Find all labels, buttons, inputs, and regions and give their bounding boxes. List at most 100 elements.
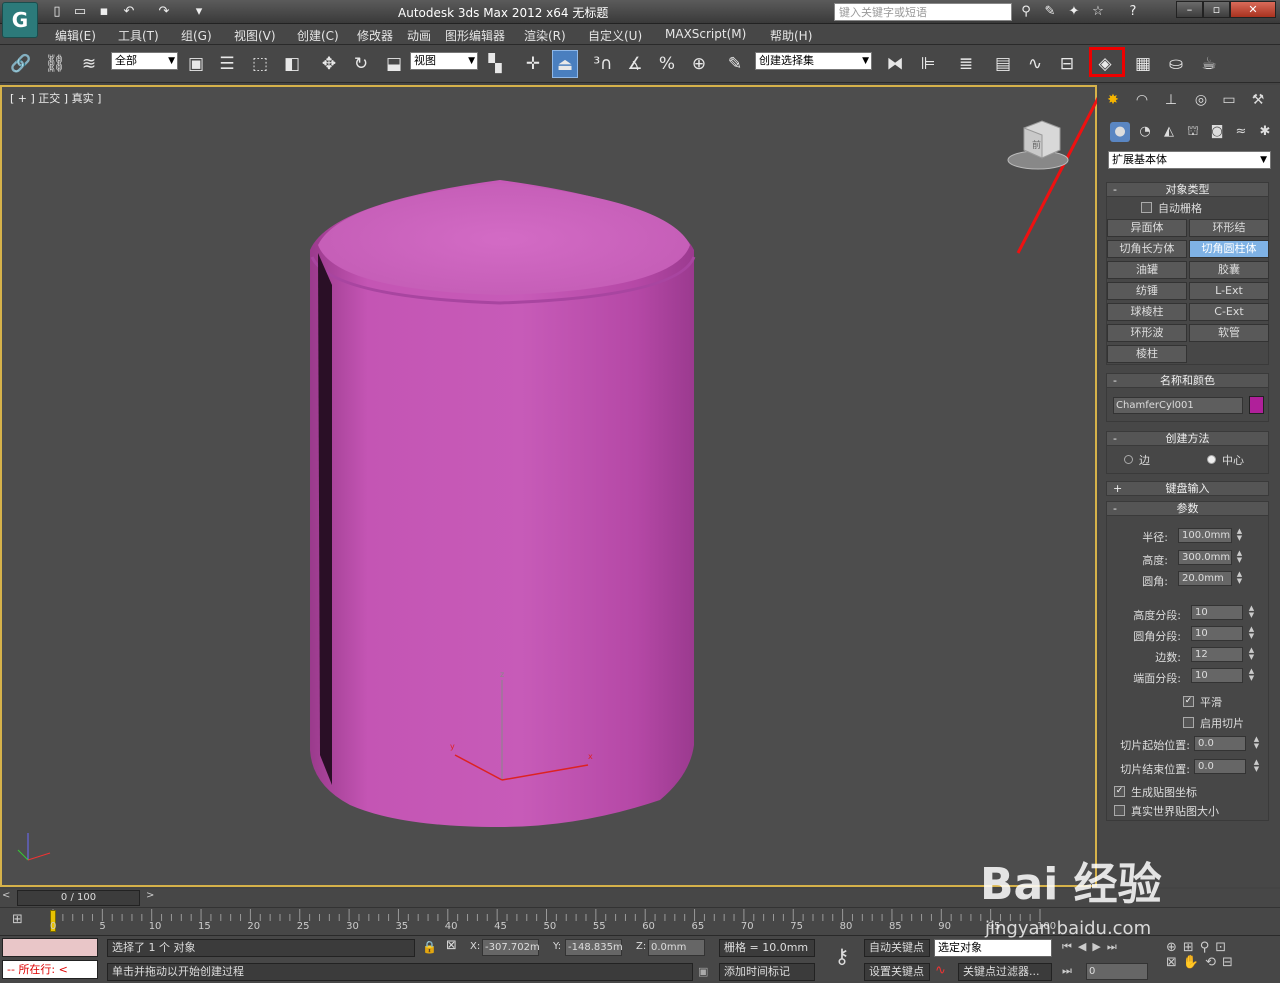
viewport-nav-controls[interactable]: ⊕⊞⚲⊡ ⊠✋⟲⊟ [1166, 940, 1276, 980]
systems-icon[interactable]: ✱ [1255, 122, 1275, 142]
creation-method-rollout-header[interactable]: - 创建方法 [1106, 431, 1269, 446]
edit-named-selections-icon[interactable]: ✎ [722, 50, 748, 78]
height-segs-spinner[interactable]: ▲ ▼ [1247, 605, 1256, 620]
reference-coord-dropdown[interactable]: 视图 ▼ [410, 52, 478, 70]
torus-knot-button[interactable]: 环形结 [1189, 219, 1269, 237]
radius-input[interactable]: 100.0mm [1178, 528, 1232, 543]
named-selection-dropdown[interactable]: 创建选择集 ▼ [755, 52, 872, 70]
gengon-button[interactable]: 球棱柱 [1107, 303, 1187, 321]
rect-selection-icon[interactable]: ⬚ [247, 50, 273, 78]
key-curve-icon[interactable]: ∿ [935, 963, 955, 981]
set-key-button[interactable]: 设置关键点 [864, 963, 930, 981]
menu-create[interactable]: 创建(C) [297, 27, 339, 44]
open-file-icon[interactable]: ▭ [71, 3, 89, 21]
save-icon[interactable]: ▪ [95, 3, 113, 21]
display-tab-icon[interactable]: ▭ [1218, 89, 1240, 111]
chamfer-box-button[interactable]: 切角长方体 [1107, 240, 1187, 258]
maximize-button[interactable]: ▫ [1203, 1, 1230, 18]
z-coord-field[interactable]: 0.0mm [648, 939, 705, 956]
maxscript-listener-box[interactable] [2, 938, 98, 957]
fillet-segs-spinner[interactable]: ▲ ▼ [1247, 626, 1256, 641]
hierarchy-tab-icon[interactable]: ⊥ [1160, 89, 1182, 111]
move-icon[interactable]: ✥ [316, 50, 342, 78]
time-prev-icon[interactable]: < [2, 890, 10, 901]
name-color-rollout-header[interactable]: - 名称和颜色 [1106, 373, 1269, 388]
binoculars-icon[interactable]: ⚲ [1017, 3, 1035, 21]
absolute-mode-icon[interactable]: ⊠ [446, 938, 464, 956]
geometry-icon[interactable]: ● [1110, 122, 1130, 142]
unlink-icon[interactable]: ⛓ [42, 50, 68, 78]
spacewarps-icon[interactable]: ≈ [1231, 122, 1251, 142]
create-tab-icon[interactable]: ✸ [1102, 89, 1124, 111]
menu-modifiers[interactable]: 修改器 [357, 27, 393, 44]
parameters-rollout-header[interactable]: - 参数 [1106, 501, 1269, 516]
snaps-toggle-icon[interactable]: ³∩ [590, 50, 616, 78]
chamfer-cyl-button[interactable]: 切角圆柱体 [1189, 240, 1269, 258]
fillet-spinner[interactable]: ▲ ▼ [1235, 571, 1244, 586]
search-input[interactable]: 键入关键字或短语 [834, 3, 1012, 21]
cap-segs-spinner[interactable]: ▲ ▼ [1247, 668, 1256, 683]
ringwave-button[interactable]: 环形波 [1107, 324, 1187, 342]
selection-lock-icon[interactable]: 🔒 [422, 940, 437, 954]
align-icon[interactable]: ⊫ [915, 50, 941, 78]
menu-views[interactable]: 视图(V) [234, 27, 276, 44]
link-icon[interactable]: 🔗 [8, 50, 34, 78]
l-ext-button[interactable]: L-Ext [1189, 282, 1269, 300]
object-color-swatch[interactable] [1249, 396, 1264, 414]
menu-help[interactable]: 帮助(H) [770, 27, 812, 44]
angle-snap-icon[interactable]: ∡ [622, 50, 648, 78]
center-radio[interactable] [1207, 455, 1216, 464]
helpers-icon[interactable]: ◙ [1207, 122, 1227, 142]
menu-maxscript[interactable]: MAXScript(M) [665, 27, 746, 41]
percent-snap-icon[interactable]: % [654, 50, 680, 78]
prism-button[interactable]: 棱柱 [1107, 345, 1187, 363]
location-field[interactable]: -- 所在行: < [2, 960, 98, 979]
curve-editor-mini-icon[interactable]: ⊞ [12, 912, 32, 930]
lights-icon[interactable]: ◭ [1159, 122, 1179, 142]
object-name-input[interactable]: ChamferCyl001 [1113, 397, 1243, 414]
set-key-big-icon[interactable]: ⚷ [826, 944, 858, 974]
key-filters-button[interactable]: 关键点过滤器... [958, 963, 1052, 981]
gen-map-coords-checkbox[interactable]: ✓ [1114, 786, 1125, 797]
menu-rendering[interactable]: 渲染(R) [524, 27, 566, 44]
scale-icon[interactable]: ⬓ [381, 50, 407, 78]
current-frame-field[interactable]: 0 [1086, 963, 1148, 980]
playback-controls[interactable]: ⏮◀▶⏭ [1062, 940, 1152, 956]
mirror-icon[interactable]: ⧓ [882, 50, 908, 78]
hedra-button[interactable]: 异面体 [1107, 219, 1187, 237]
select-manipulate-icon[interactable]: ✛ [520, 50, 546, 78]
undo-icon[interactable]: ↶ [120, 3, 138, 21]
slice-to-input[interactable]: 0.0 [1194, 759, 1246, 774]
sides-input[interactable]: 12 [1191, 647, 1243, 662]
key-mode-dropdown[interactable]: 选定对象 [934, 939, 1052, 957]
auto-key-button[interactable]: 自动关键点 [864, 939, 930, 957]
layer-manager-icon[interactable]: ≣ [953, 50, 979, 78]
slice-on-checkbox[interactable] [1183, 717, 1194, 728]
spindle-button[interactable]: 纺锤 [1107, 282, 1187, 300]
time-next-icon[interactable]: > [146, 890, 154, 901]
category-dropdown[interactable]: 扩展基本体 ▼ [1108, 151, 1271, 169]
time-tag-icon[interactable]: ▣ [698, 965, 714, 981]
schematic-view-icon[interactable]: ⊟ [1054, 50, 1080, 78]
modify-tab-icon[interactable]: ◠ [1131, 89, 1153, 111]
radius-spinner[interactable]: ▲ ▼ [1235, 528, 1244, 543]
x-coord-field[interactable]: -307.702m [482, 939, 540, 956]
keyboard-shortcut-override-icon[interactable]: ⏏ [552, 50, 578, 78]
menu-tools[interactable]: 工具(T) [118, 27, 159, 44]
menu-customize[interactable]: 自定义(U) [588, 27, 642, 44]
smooth-checkbox[interactable]: ✓ [1183, 696, 1194, 707]
capsule-button[interactable]: 胶囊 [1189, 261, 1269, 279]
hose-button[interactable]: 软管 [1189, 324, 1269, 342]
bind-spacewarp-icon[interactable]: ≋ [76, 50, 102, 78]
quick-access-dropdown-icon[interactable]: ▾ [190, 3, 208, 21]
menu-graph-editors[interactable]: 图形编辑器 [445, 27, 505, 44]
redo-icon[interactable]: ↷ [155, 3, 173, 21]
fillet-input[interactable]: 20.0mm [1178, 571, 1232, 586]
favorites-icon[interactable]: ☆ [1089, 3, 1107, 21]
render-production-icon[interactable]: ☕ [1196, 50, 1222, 78]
curve-editor-icon[interactable]: ∿ [1022, 50, 1048, 78]
graphite-ribbon-icon[interactable]: ▤ [990, 50, 1016, 78]
edge-radio[interactable] [1124, 455, 1133, 464]
motion-tab-icon[interactable]: ◎ [1190, 89, 1212, 111]
object-type-rollout-header[interactable]: - 对象类型 [1106, 182, 1269, 197]
